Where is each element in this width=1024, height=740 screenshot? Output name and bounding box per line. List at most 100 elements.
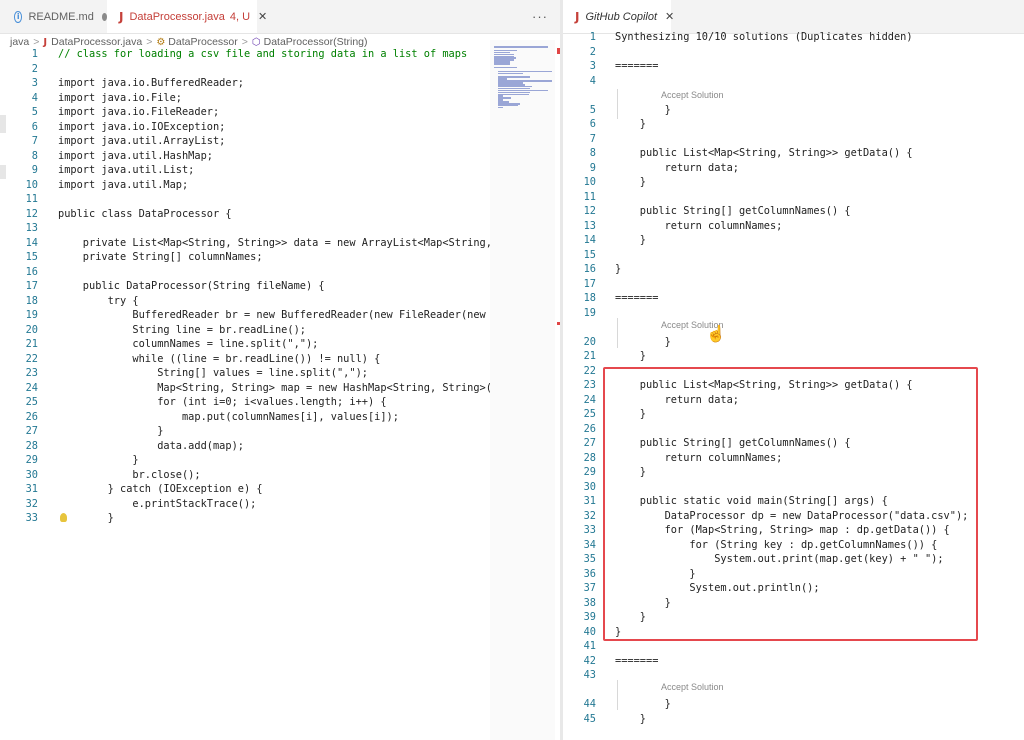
line-number: 29 xyxy=(583,466,596,478)
line-number: 9 xyxy=(589,161,596,174)
line-number: 25 xyxy=(583,408,596,420)
code-line[interactable]: 10 } xyxy=(0,175,1024,190)
line-number: 16 xyxy=(583,263,596,275)
tab-label: GitHub Copilot xyxy=(585,10,658,23)
line-number: 35 xyxy=(583,553,596,565)
info-icon: i xyxy=(14,10,23,23)
code-line[interactable]: 42 ======= xyxy=(0,654,1024,669)
code-line[interactable]: 9 return data; xyxy=(0,161,1024,176)
code-line[interactable]: 12 public String[] getColumnNames() { xyxy=(0,204,1024,219)
line-number: 37 xyxy=(583,582,596,594)
line-number: 18 xyxy=(583,292,596,304)
line-number: 17 xyxy=(583,277,596,290)
tab-readme[interactable]: i README.md xyxy=(0,0,107,33)
code-text: } xyxy=(615,176,646,188)
line-number: 2 xyxy=(589,45,596,58)
line-number: 3 xyxy=(589,60,596,72)
accept-solution-link[interactable]: Accept Solution xyxy=(661,682,724,692)
code-line[interactable]: 41 xyxy=(0,639,1024,654)
code-line[interactable]: 8 public List<Map<String, String>> getDa… xyxy=(0,146,1024,161)
java-file-icon: J xyxy=(575,9,580,24)
accept-solution-link[interactable]: Accept Solution xyxy=(661,90,724,100)
line-number: 39 xyxy=(583,611,596,623)
line-number: 23 xyxy=(583,379,596,391)
code-line[interactable] xyxy=(0,88,1024,103)
code-line[interactable]: 15 xyxy=(0,248,1024,263)
line-number: 28 xyxy=(583,451,596,464)
code-line[interactable]: 3 ======= xyxy=(0,59,1024,74)
code-line[interactable]: 7 xyxy=(0,132,1024,147)
line-number: 43 xyxy=(583,669,596,681)
line-number: 24 xyxy=(583,393,596,406)
tab-label: DataProcessor.java xyxy=(129,10,225,23)
code-line[interactable]: 18 ======= xyxy=(0,291,1024,306)
code-line[interactable]: 21 } xyxy=(0,349,1024,364)
code-text: ======= xyxy=(615,292,659,304)
tab-dataprocessor[interactable]: J DataProcessor.java 4, U ✕ xyxy=(107,0,267,33)
code-line[interactable]: 6 } xyxy=(0,117,1024,132)
code-text: } xyxy=(615,712,646,725)
code-line[interactable]: 5 } xyxy=(0,103,1024,118)
code-line[interactable]: 17 xyxy=(0,277,1024,292)
code-line[interactable]: 1 Synthesizing 10/10 solutions (Duplicate… xyxy=(0,30,1024,45)
code-line[interactable] xyxy=(0,320,1024,335)
line-number: 27 xyxy=(583,437,596,449)
code-line[interactable]: 16} xyxy=(0,262,1024,277)
indent-guide xyxy=(617,680,618,710)
line-number: 34 xyxy=(583,538,596,551)
code-line[interactable]: 14 } xyxy=(0,233,1024,248)
close-icon[interactable]: ✕ xyxy=(665,10,674,23)
code-line[interactable]: 44 } xyxy=(0,697,1024,712)
line-number: 10 xyxy=(583,176,596,188)
tab-bar-right: J GitHub Copilot ✕ xyxy=(563,0,1024,34)
line-number: 30 xyxy=(583,480,596,493)
tab-github-copilot[interactable]: J GitHub Copilot ✕ xyxy=(563,0,674,33)
code-line[interactable] xyxy=(0,683,1024,698)
line-number: 4 xyxy=(589,74,596,87)
code-line[interactable]: 20 } xyxy=(0,335,1024,350)
line-number: 26 xyxy=(583,422,596,435)
line-number: 36 xyxy=(583,567,596,580)
line-number: 40 xyxy=(583,625,596,638)
close-icon[interactable]: ✕ xyxy=(258,10,267,23)
code-text: public List<Map<String, String>> getData… xyxy=(615,147,913,159)
code-text: public String[] getColumnNames() { xyxy=(615,205,851,217)
code-text: Synthesizing 10/10 solutions (Duplicates… xyxy=(615,31,913,43)
problems-badge: 4, U xyxy=(229,10,251,23)
indent-guide xyxy=(617,89,618,119)
code-text: return data; xyxy=(615,161,739,174)
line-number: 19 xyxy=(583,306,596,319)
line-number: 21 xyxy=(583,350,596,362)
line-number: 8 xyxy=(589,147,596,159)
more-actions-icon[interactable]: ··· xyxy=(532,9,548,24)
code-line[interactable]: 43 xyxy=(0,668,1024,683)
highlight-box xyxy=(603,367,978,641)
line-number: 22 xyxy=(583,364,596,377)
code-line[interactable]: 4 xyxy=(0,74,1024,89)
tab-bar-left: i README.md J DataProcessor.java 4, U ✕ … xyxy=(0,0,560,34)
code-text: } xyxy=(615,103,671,116)
line-number: 11 xyxy=(583,190,596,203)
code-line[interactable]: 2 xyxy=(0,45,1024,60)
code-line[interactable]: 11 xyxy=(0,190,1024,205)
line-number: 41 xyxy=(583,640,596,652)
line-number: 5 xyxy=(589,103,596,116)
line-number: 7 xyxy=(589,132,596,145)
code-line[interactable]: 13 return columnNames; xyxy=(0,219,1024,234)
hand-cursor-icon: ☝ xyxy=(706,326,726,343)
line-number: 44 xyxy=(583,698,596,710)
code-text: ======= xyxy=(615,60,659,72)
line-number: 6 xyxy=(589,118,596,130)
code-text: } xyxy=(615,234,646,246)
line-number: 1 xyxy=(589,31,596,43)
java-file-icon: J xyxy=(119,9,124,24)
code-line[interactable]: 45 } xyxy=(0,712,1024,727)
tab-label: README.md xyxy=(28,10,94,23)
line-number: 15 xyxy=(583,248,596,261)
line-number: 45 xyxy=(583,712,596,725)
code-line[interactable]: 19 xyxy=(0,306,1024,321)
code-text: return columnNames; xyxy=(615,219,783,232)
code-text: } xyxy=(615,118,646,130)
code-text: } xyxy=(615,335,671,348)
code-text: } xyxy=(615,350,646,362)
